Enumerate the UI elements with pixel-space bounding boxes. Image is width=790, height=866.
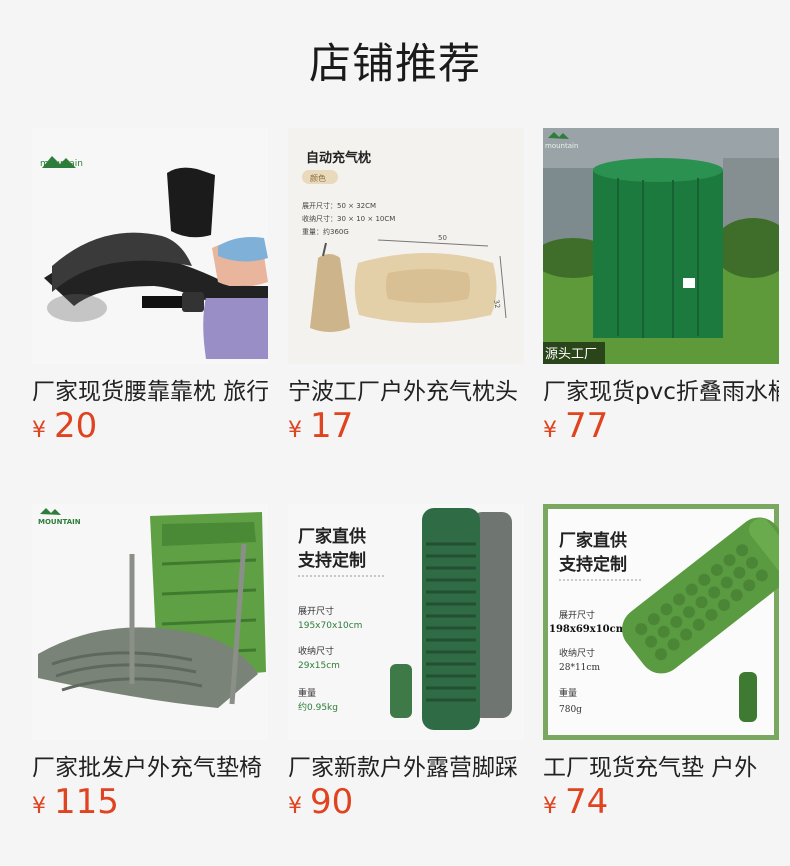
product-price: ¥115 [32,782,268,822]
inflatable-mat-illustration: 厂家直供 支持定制 展开尺寸 198x69x10cm 收纳尺寸 28*11cm … [549,517,779,722]
product-image[interactable]: 厂家直供 支持定制 展开尺寸 195x70x10cm 收纳尺寸 29x15cm … [288,504,524,740]
product-card[interactable]: 厂家直供 支持定制 展开尺寸 198x69x10cm 收纳尺寸 28*11cm … [543,504,779,822]
product-name[interactable]: 厂家现货腰靠靠枕 旅行 [32,374,268,404]
product-name[interactable]: 工厂现货充气垫 户外 [543,750,779,780]
spec-label-2: 收纳尺寸 [298,645,334,657]
spec-value-3: 780g [559,705,582,715]
spec-value-1: 198x69x10cm [549,624,627,635]
spec-value-2: 29x15cm [298,661,340,671]
sleeping-pad-illustration: 厂家直供 支持定制 展开尺寸 195x70x10cm 收纳尺寸 29x15cm … [298,508,512,730]
spec-label-3: 重量 [559,687,577,699]
spec-label-1: 展开尺寸 [298,605,334,617]
image-headline-2: 支持定制 [298,550,366,571]
product-card[interactable]: mountain 厂家现货腰靠靠枕 旅行 ¥20 [32,128,268,446]
brand-logo: MOUNTAIN [38,518,81,526]
image-dim-height: 32 [492,299,501,309]
price-value: 115 [54,782,119,822]
spec-label-1: 展开尺寸 [559,609,595,621]
currency-symbol: ¥ [288,418,302,443]
image-heading: 自动充气枕 [306,150,371,166]
image-tag: 颜色 [310,173,326,183]
spec-label-2: 收纳尺寸 [559,647,595,659]
product-card[interactable]: mountain 源头工厂 厂家现货pvc折叠雨水桶 ¥77 [543,128,779,446]
inflatable-pillow-illustration: 自动充气枕 颜色 展开尺寸：50 × 32CM 收纳尺寸：30 × 10 × 1… [302,150,507,332]
price-value: 17 [310,406,354,446]
image-dim-width: 50 [438,234,447,242]
product-name[interactable]: 宁波工厂户外充气枕头 [288,374,524,404]
brand-logo: mountain [545,142,578,150]
rain-barrel-illustration: mountain 源头工厂 [543,128,779,364]
product-card[interactable]: MOUNTAIN 厂家批发户外充气垫椅 ¥115 [32,504,268,822]
spec-value-3: 约0.95kg [298,701,338,713]
brand-logo: mountain [40,159,83,169]
currency-symbol: ¥ [32,418,46,443]
product-price: ¥74 [543,782,779,822]
product-price: ¥17 [288,406,524,446]
price-value: 77 [565,406,609,446]
price-value: 90 [310,782,354,822]
page-title: 店铺推荐 [308,39,481,88]
product-card[interactable]: 自动充气枕 颜色 展开尺寸：50 × 32CM 收纳尺寸：30 × 10 × 1… [288,128,524,446]
product-price: ¥90 [288,782,524,822]
product-price: ¥20 [32,406,268,446]
product-name[interactable]: 厂家新款户外露营脚踩 [288,750,524,780]
price-value: 20 [54,406,98,446]
spec-value-2: 28*11cm [559,663,600,673]
image-headline-2: 支持定制 [559,554,627,575]
product-name[interactable]: 厂家现货pvc折叠雨水桶 [543,374,779,404]
lumbar-pillow-illustration: mountain [40,156,268,359]
image-spec-2: 收纳尺寸：30 × 10 × 10CM [302,214,395,223]
image-headline-1: 厂家直供 [559,530,627,551]
image-spec-3: 重量：约360G [302,227,349,236]
product-name[interactable]: 厂家批发户外充气垫椅 [32,750,268,780]
price-value: 74 [565,782,609,822]
currency-symbol: ¥ [543,794,557,819]
image-headline-1: 厂家直供 [298,526,366,547]
spec-value-1: 195x70x10cm [298,621,362,631]
product-image[interactable]: MOUNTAIN [32,504,268,740]
product-image[interactable]: 自动充气枕 颜色 展开尺寸：50 × 32CM 收纳尺寸：30 × 10 × 1… [288,128,524,364]
inflatable-chair-illustration: MOUNTAIN [38,508,266,708]
product-price: ¥77 [543,406,779,446]
spec-label-3: 重量 [298,687,316,699]
product-card[interactable]: 厂家直供 支持定制 展开尺寸 195x70x10cm 收纳尺寸 29x15cm … [288,504,524,822]
image-caption: 源头工厂 [545,347,597,362]
currency-symbol: ¥ [543,418,557,443]
currency-symbol: ¥ [288,794,302,819]
product-image[interactable]: mountain 源头工厂 [543,128,779,364]
currency-symbol: ¥ [32,794,46,819]
product-image[interactable]: 厂家直供 支持定制 展开尺寸 198x69x10cm 收纳尺寸 28*11cm … [543,504,779,740]
product-image[interactable]: mountain [32,128,268,364]
image-spec-1: 展开尺寸：50 × 32CM [302,201,376,210]
